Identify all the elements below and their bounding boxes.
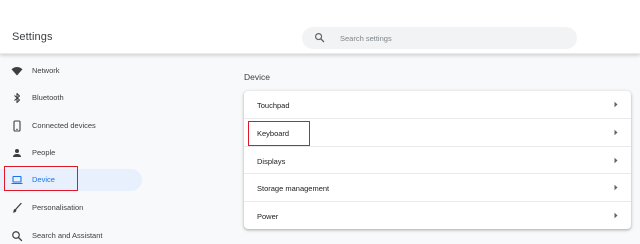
- sidebar-item-device[interactable]: Device: [0, 169, 142, 191]
- chevron-right-icon: [614, 129, 618, 136]
- row-keyboard[interactable]: Keyboard: [244, 118, 631, 145]
- chevron-right-icon: [614, 101, 618, 108]
- brush-icon: [12, 202, 22, 213]
- section-title: Device: [244, 72, 270, 82]
- row-label: Displays: [257, 157, 286, 166]
- search-icon: [315, 33, 325, 43]
- app-title: Settings: [12, 31, 53, 43]
- bluetooth-icon: [14, 92, 21, 104]
- laptop-icon: [11, 175, 23, 184]
- row-label: Power: [257, 212, 279, 221]
- row-displays[interactable]: Displays: [244, 146, 631, 173]
- search-icon: [12, 231, 23, 242]
- chevron-right-icon: [614, 212, 618, 219]
- app-header: Settings: [0, 0, 640, 54]
- wifi-icon: [11, 67, 23, 76]
- chevron-right-icon: [614, 157, 618, 164]
- search-box[interactable]: [302, 27, 577, 49]
- search-input[interactable]: [340, 30, 560, 46]
- sidebar-item-label: Connected devices: [32, 121, 96, 130]
- row-label: Keyboard: [257, 129, 290, 138]
- person-icon: [13, 149, 21, 157]
- sidebar: Network Bluetooth Connected devices Peop…: [0, 58, 150, 244]
- sidebar-item-label: Personalisation: [32, 203, 84, 212]
- row-power[interactable]: Power: [244, 201, 631, 228]
- sidebar-item-label: Network: [32, 66, 60, 75]
- sidebar-item-connected-devices[interactable]: Connected devices: [0, 115, 142, 137]
- sidebar-item-network[interactable]: Network: [0, 60, 142, 82]
- row-touchpad[interactable]: Touchpad: [244, 91, 631, 118]
- sidebar-item-personalisation[interactable]: Personalisation: [0, 197, 142, 219]
- row-label: Touchpad: [257, 101, 290, 110]
- phone-icon: [13, 120, 21, 132]
- device-settings-card: Touchpad Keyboard Displays Storage manag…: [244, 91, 631, 229]
- row-label: Storage management: [257, 184, 330, 193]
- sidebar-item-label: Search and Assistant: [32, 231, 103, 240]
- sidebar-item-label: People: [32, 148, 56, 157]
- sidebar-item-search-and-assistant[interactable]: Search and Assistant: [0, 225, 142, 244]
- sidebar-item-bluetooth[interactable]: Bluetooth: [0, 87, 142, 109]
- sidebar-item-people[interactable]: People: [0, 142, 142, 164]
- chevron-right-icon: [614, 184, 618, 191]
- sidebar-item-label: Bluetooth: [32, 93, 64, 102]
- sidebar-item-label: Device: [32, 175, 55, 184]
- row-storage-management[interactable]: Storage management: [244, 173, 631, 200]
